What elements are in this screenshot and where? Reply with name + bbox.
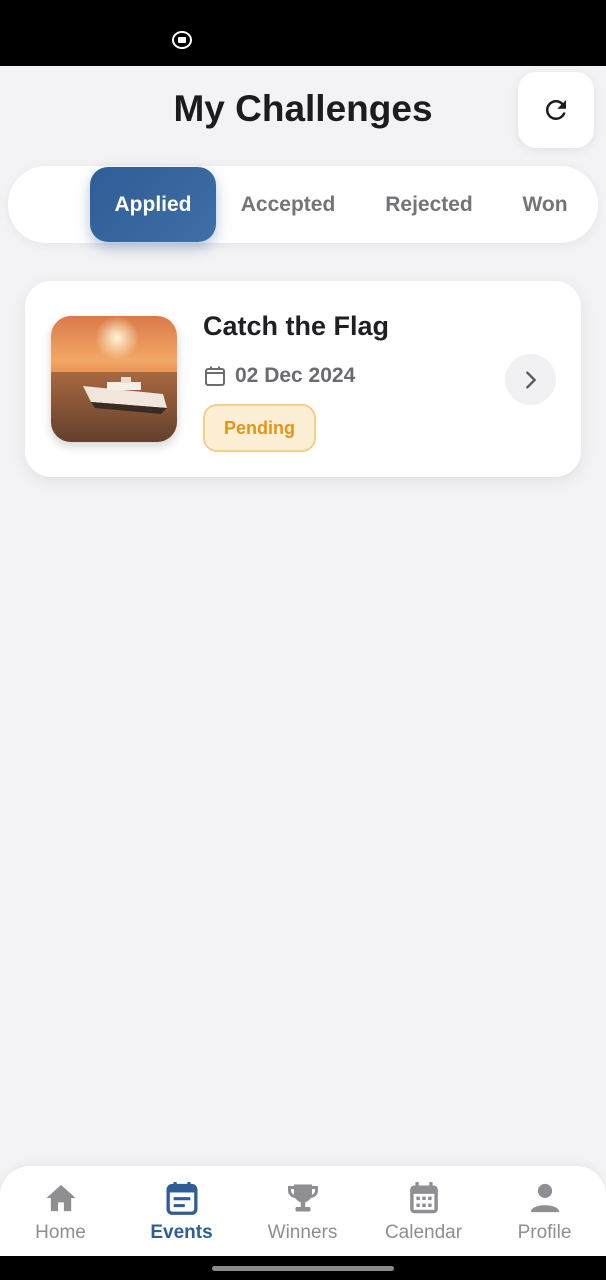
challenge-date-row: 02 Dec 2024 bbox=[203, 363, 355, 389]
page-title: My Challenges bbox=[173, 88, 433, 129]
bottom-navigation: Home Events Winners Calendar Profile bbox=[0, 1166, 606, 1256]
nav-profile[interactable]: Profile bbox=[484, 1166, 605, 1256]
nav-events-label: Events bbox=[150, 1222, 213, 1243]
calendar-icon bbox=[205, 366, 225, 386]
status-badge: Pending bbox=[203, 404, 316, 452]
challenge-card[interactable]: Catch the Flag 02 Dec 2024 Pending bbox=[25, 281, 581, 477]
challenge-date: 02 Dec 2024 bbox=[235, 364, 356, 387]
refresh-icon bbox=[545, 99, 566, 120]
calendar-icon bbox=[409, 1182, 438, 1214]
nav-profile-label: Profile bbox=[517, 1222, 572, 1243]
notification-status-icon bbox=[172, 31, 192, 49]
chevron-right-icon bbox=[525, 370, 536, 389]
nav-winners-label: Winners bbox=[267, 1222, 338, 1243]
nav-calendar-label: Calendar bbox=[384, 1222, 463, 1243]
tab-applied[interactable]: Applied bbox=[90, 167, 216, 242]
nav-calendar[interactable]: Calendar bbox=[363, 1166, 484, 1256]
home-gesture-handle[interactable] bbox=[212, 1266, 394, 1271]
person-icon bbox=[530, 1183, 559, 1213]
tab-won[interactable]: Won bbox=[508, 166, 582, 243]
nav-events[interactable]: Events bbox=[121, 1166, 242, 1256]
status-bar bbox=[0, 0, 606, 66]
tab-accepted[interactable]: Accepted bbox=[226, 166, 350, 243]
trophy-icon bbox=[287, 1184, 318, 1212]
system-gesture-bar bbox=[0, 1256, 606, 1280]
tab-rejected[interactable]: Rejected bbox=[370, 166, 488, 243]
refresh-button[interactable] bbox=[518, 72, 594, 148]
nav-winners[interactable]: Winners bbox=[242, 1166, 363, 1256]
nav-home-label: Home bbox=[35, 1222, 86, 1243]
status-tabs: Applied Accepted Rejected Won bbox=[8, 166, 598, 243]
open-challenge-button[interactable] bbox=[505, 354, 556, 405]
events-icon bbox=[165, 1182, 198, 1215]
challenge-title: Catch the Flag bbox=[203, 311, 390, 341]
challenge-thumbnail bbox=[51, 316, 177, 442]
nav-home[interactable]: Home bbox=[0, 1166, 121, 1256]
home-icon bbox=[45, 1184, 76, 1212]
